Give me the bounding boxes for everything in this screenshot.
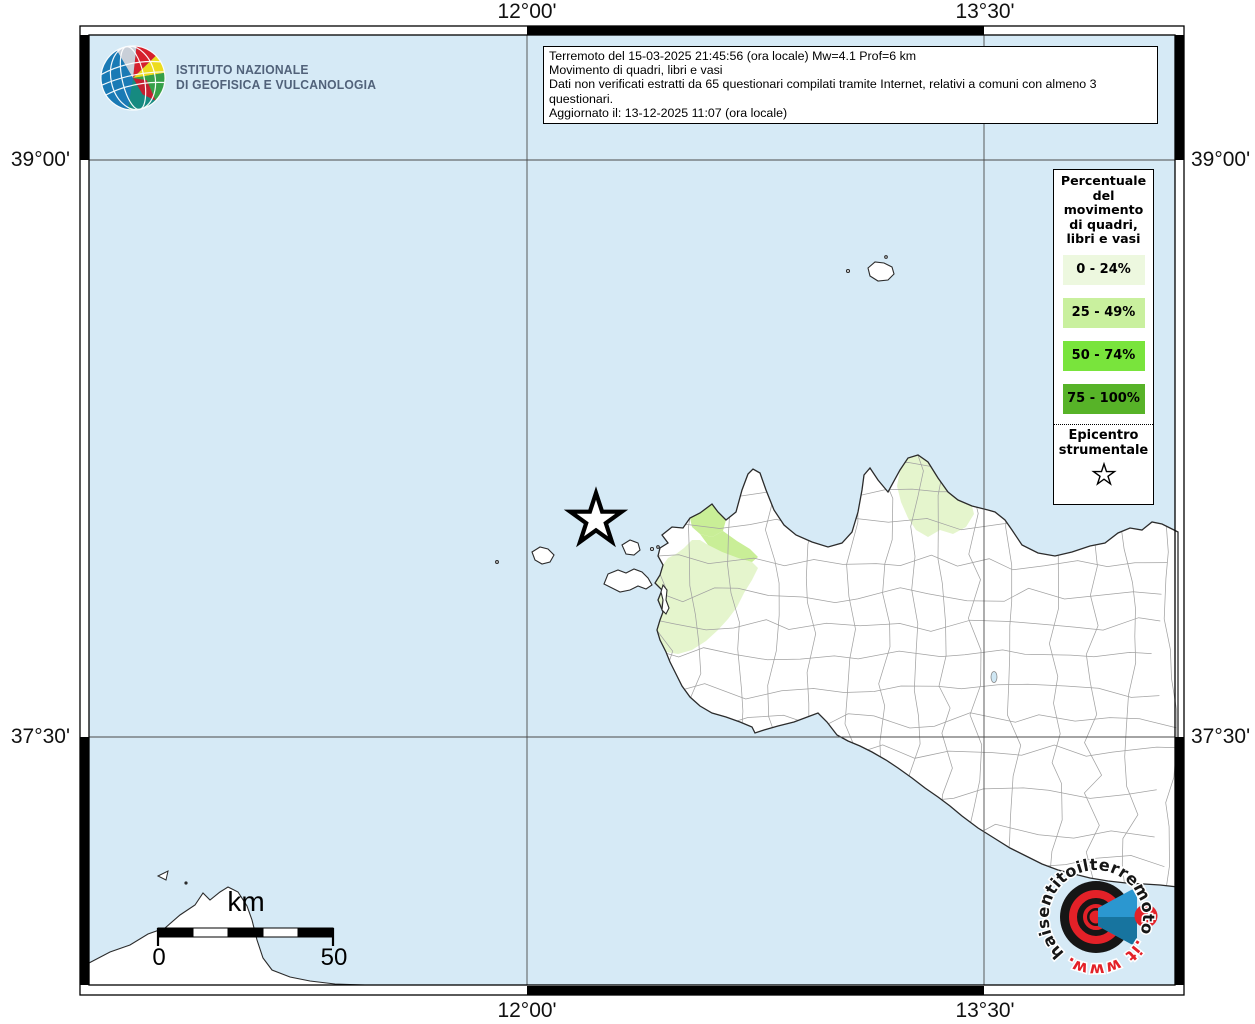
event-info-box: Terremoto del 15-03-2025 21:45:56 (ora l… bbox=[543, 46, 1158, 125]
axis-label-bottom-1330: 13°30' bbox=[955, 999, 1015, 1022]
legend-swatch-25-49: 25 - 49% bbox=[1062, 297, 1145, 328]
legend-epicenter-label: Epicentro strumentale bbox=[1058, 427, 1149, 458]
axis-label-right-39: 39°00' bbox=[1191, 148, 1251, 171]
ingv-name: ISTITUTO NAZIONALE DI GEOFISICA E VULCAN… bbox=[176, 63, 376, 93]
axis-label-left-3730: 37°30' bbox=[10, 725, 70, 748]
ingv-name-line2: DI GEOFISICA E VULCANOLOGIA bbox=[176, 78, 377, 92]
legend-box: Percentuale del movimento di quadri, lib… bbox=[1053, 169, 1154, 505]
legend-swatch-50-74: 50 - 74% bbox=[1062, 340, 1145, 371]
ingv-logo: ISTITUTO NAZIONALE DI GEOFISICA E VULCAN… bbox=[99, 44, 382, 112]
scalebar-unit: km bbox=[227, 886, 265, 917]
scalebar-end: 50 bbox=[320, 944, 348, 971]
event-updated: Aggiornato il: 13-12-2025 11:07 (ora loc… bbox=[549, 105, 788, 120]
legend-title: Percentuale del movimento di quadri, lib… bbox=[1060, 173, 1147, 247]
legend-swatch-75-100: 75 - 100% bbox=[1062, 383, 1145, 414]
event-title: Terremoto del 15-03-2025 21:45:56 (ora l… bbox=[549, 49, 917, 63]
axis-label-left-39: 39°00' bbox=[10, 148, 70, 171]
lake bbox=[990, 671, 998, 683]
ingv-globe-icon bbox=[100, 45, 166, 111]
scalebar-start: 0 bbox=[152, 944, 166, 971]
legend-divider bbox=[1054, 423, 1153, 425]
legend-swatch-0-24: 0 - 24% bbox=[1062, 254, 1145, 285]
axis-label-bottom-12: 12°00' bbox=[497, 999, 557, 1022]
event-effect: Movimento di quadri, libri e vasi bbox=[549, 63, 723, 78]
axis-label-top-12: 12°00' bbox=[497, 0, 557, 23]
legend-star-icon bbox=[1090, 461, 1117, 486]
axis-label-top-1330: 13°30' bbox=[955, 0, 1015, 23]
macroseismic-map-page: ? www. haisentitoilterremoto .it 12°00' … bbox=[0, 0, 1255, 1024]
ingv-name-line1: ISTITUTO NAZIONALE bbox=[176, 63, 309, 77]
event-data-note: Dati non verificati estratti da 65 quest… bbox=[549, 77, 1097, 106]
map-canvas: ? www. haisentitoilterremoto .it bbox=[79, 25, 1185, 996]
axis-label-right-3730: 37°30' bbox=[1191, 725, 1251, 748]
